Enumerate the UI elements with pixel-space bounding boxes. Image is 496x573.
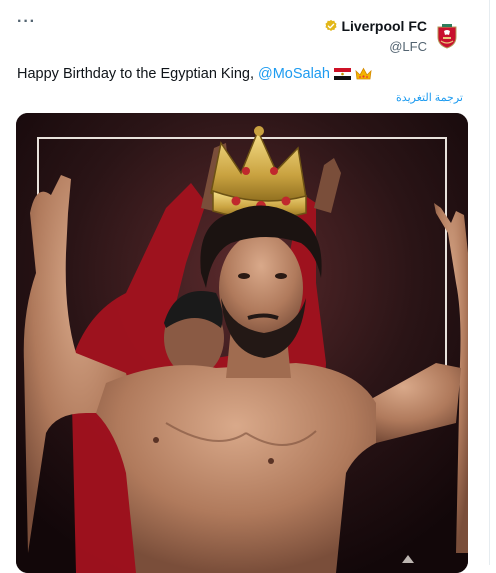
tweet-card: ··· Liverpool FC @LFC Happy Birthday to … <box>0 0 490 573</box>
lfc-crest-icon <box>437 24 457 49</box>
more-icon: ··· <box>17 13 36 30</box>
mention-link[interactable]: @MoSalah <box>258 66 330 82</box>
salah-birthday-photo <box>16 113 468 573</box>
author-avatar[interactable] <box>429 17 465 53</box>
crown-emoji-icon <box>355 67 372 80</box>
verified-badge-icon <box>325 19 337 31</box>
author-name-row: Liverpool FC <box>324 18 427 34</box>
translate-tweet-link[interactable]: ترجمة التغريدة <box>396 91 463 104</box>
egypt-flag-icon <box>333 68 351 80</box>
tweet-media-image[interactable] <box>16 113 468 573</box>
tweet-body: Happy Birthday to the Egyptian King, <box>17 66 254 82</box>
tweet-text: Happy Birthday to the Egyptian King, @Mo… <box>17 66 372 82</box>
author-handle[interactable]: @LFC <box>324 39 427 54</box>
more-options-button[interactable]: ··· <box>17 14 36 30</box>
tweet-author[interactable]: Liverpool FC @LFC <box>324 18 427 54</box>
author-name[interactable]: Liverpool FC <box>341 18 427 34</box>
